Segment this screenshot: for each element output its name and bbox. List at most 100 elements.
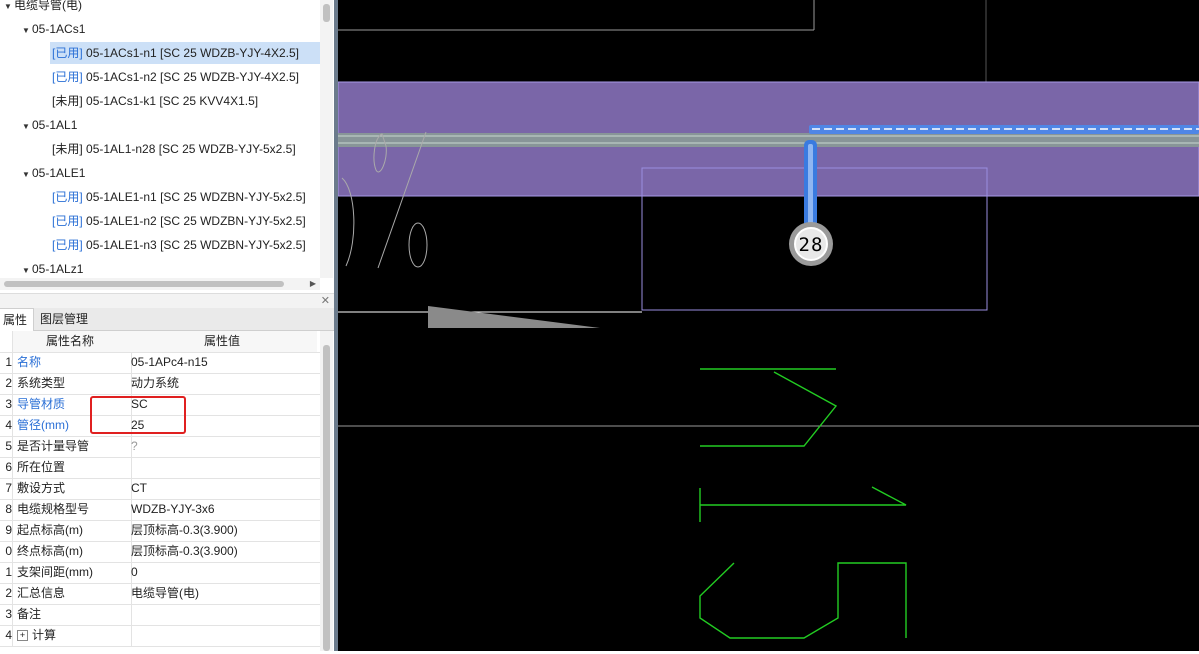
property-name: 备注 — [12, 604, 132, 625]
tree-group-label: 05-1AL1 — [32, 118, 78, 132]
expand-arrow-icon[interactable]: ▼ — [22, 116, 32, 138]
property-value[interactable]: WDZB-YJY-3x6 — [127, 499, 321, 520]
table-row[interactable]: 4 + 计算 — [0, 625, 320, 647]
property-value[interactable] — [127, 604, 321, 625]
table-row[interactable]: 0 终点标高(m) 层顶标高-0.3(3.900) — [0, 541, 320, 563]
property-value[interactable]: 0 — [127, 562, 321, 583]
table-row[interactable]: 1 名称 05-1APc4-n15 — [0, 352, 320, 374]
row-number: 9 — [5, 523, 12, 537]
property-value[interactable]: 层顶标高-0.3(3.900) — [127, 541, 321, 562]
property-name-text: 起点标高(m) — [17, 523, 83, 537]
expand-plus-icon[interactable]: + — [17, 630, 28, 642]
conduit-item-label: 05-1ACs1-n2 [SC 25 WDZB-YJY-4X2.5] — [86, 70, 299, 84]
tree-root[interactable]: ▼ 电缆导管(电) — [4, 0, 82, 16]
scroll-thumb[interactable] — [323, 345, 330, 651]
conduit-item-label: 05-1ALE1-n3 [SC 25 WDZBN-YJY-5x2.5] — [86, 238, 306, 252]
highlight-annotation-box — [90, 396, 186, 434]
conduit-item-label: 05-1AL1-n28 [SC 25 WDZB-YJY-5x2.5] — [86, 142, 296, 156]
cable-conduit-tree[interactable]: ▼ 电缆导管(电) ▼ 05-1ACs1 [已用] 05-1ACs1-n1 [SC 25… — [0, 0, 320, 278]
property-name-text: 计算 — [32, 628, 57, 642]
panel-splitter[interactable]: ✕ — [0, 293, 334, 308]
table-row[interactable]: 1 支架间距(mm) 0 — [0, 562, 320, 584]
row-number: 5 — [5, 439, 12, 453]
property-name: + 计算 — [12, 625, 132, 646]
property-vertical-scrollbar[interactable] — [320, 331, 333, 651]
rail — [338, 133, 1199, 147]
tree-item[interactable]: [已用] 05-1ALE1-n3 [SC 25 WDZBN-YJY-5x2.5] — [52, 234, 306, 256]
row-number: 4 — [5, 628, 12, 642]
table-row[interactable]: 5 是否计量导管? — [0, 436, 320, 458]
property-name-text: 备注 — [17, 607, 42, 621]
column-header-name: 属性名称 — [12, 331, 128, 352]
property-name-text: 是否计量导管 — [17, 439, 90, 453]
sketch-stroke — [408, 222, 428, 268]
table-row[interactable]: 2 系统类型 动力系统 — [0, 373, 320, 395]
table-row[interactable]: 8 电缆规格型号 WDZB-YJY-3x6 — [0, 499, 320, 521]
row-number: 4 — [5, 418, 12, 432]
conduit-item-label: 05-1ACs1-n1 [SC 25 WDZB-YJY-4X2.5] — [86, 46, 299, 60]
tree-horizontal-scrollbar[interactable]: ▶ — [0, 278, 320, 290]
tree-group[interactable]: ▼ 05-1ALz1 — [22, 258, 83, 278]
property-name: 名称 — [12, 352, 132, 373]
property-name: 支架间距(mm) — [12, 562, 132, 583]
tab-properties[interactable]: 属性 — [0, 308, 35, 331]
scroll-right-arrow-icon[interactable]: ▶ — [310, 278, 316, 290]
tree-root-label: 电缆导管(电) — [14, 0, 82, 12]
property-value[interactable]: 电缆导管(电) — [127, 583, 321, 604]
property-name: 电缆规格型号 — [12, 499, 132, 520]
tree-item[interactable]: [未用] 05-1AL1-n28 [SC 25 WDZB-YJY-5x2.5] — [52, 138, 296, 160]
property-name-text: 系统类型 — [17, 376, 66, 390]
property-name-text: 电缆规格型号 — [17, 502, 90, 516]
marker-label: 28 — [799, 234, 824, 256]
property-value[interactable] — [127, 457, 321, 478]
property-value[interactable] — [127, 625, 321, 646]
tree-group[interactable]: ▼ 05-1ALE1 — [22, 162, 85, 184]
cad-canvas[interactable]: 28 — [337, 0, 1199, 651]
usage-tag: [已用] — [52, 238, 83, 252]
vertical-conduit-highlight — [808, 144, 813, 224]
conduit-item-label: 05-1ACs1-k1 [SC 25 KVV4X1.5] — [86, 94, 259, 108]
tree-vertical-scrollbar[interactable] — [320, 0, 333, 278]
property-value[interactable]: 05-1APc4-n15 — [127, 352, 321, 373]
property-value[interactable]: 动力系统 — [127, 373, 321, 394]
property-name-text: 终点标高(m) — [17, 544, 83, 558]
row-number: 3 — [5, 397, 12, 411]
usage-tag: [未用] — [52, 94, 83, 108]
conduit-item-label: 05-1ALE1-n2 [SC 25 WDZBN-YJY-5x2.5] — [86, 214, 306, 228]
property-value[interactable]: CT — [127, 478, 321, 499]
tree-item[interactable]: [已用] 05-1ACs1-n1 [SC 25 WDZB-YJY-4X2.5] — [50, 42, 320, 64]
table-row[interactable]: 3 备注 — [0, 604, 320, 626]
tree-item[interactable]: [已用] 05-1ALE1-n1 [SC 25 WDZBN-YJY-5x2.5] — [52, 186, 306, 208]
property-name: 系统类型 — [12, 373, 132, 394]
property-name-text: 导管材质 — [17, 397, 66, 411]
table-row[interactable]: 9 起点标高(m) 层顶标高-0.3(3.900) — [0, 520, 320, 542]
table-row[interactable]: 7 敷设方式 CT — [0, 478, 320, 500]
expand-arrow-icon[interactable]: ▼ — [22, 20, 32, 42]
drawing-svg[interactable]: 28 — [337, 0, 1199, 651]
expand-arrow-icon[interactable]: ▼ — [22, 260, 32, 278]
property-value[interactable]: ? — [127, 436, 321, 457]
tree-item[interactable]: [未用] 05-1ACs1-k1 [SC 25 KVV4X1.5] — [52, 90, 258, 112]
property-name-text: 管径(mm) — [17, 418, 69, 432]
table-row[interactable]: 6 所在位置 — [0, 457, 320, 479]
tree-group[interactable]: ▼ 05-1ACs1 — [22, 18, 85, 40]
property-value[interactable]: 层顶标高-0.3(3.900) — [127, 520, 321, 541]
scroll-thumb[interactable] — [323, 4, 330, 22]
expand-arrow-icon[interactable]: ▼ — [4, 0, 14, 18]
column-header-value: 属性值 — [127, 331, 317, 352]
property-name: 是否计量导管 — [12, 436, 132, 457]
tree-item[interactable]: [已用] 05-1ALE1-n2 [SC 25 WDZBN-YJY-5x2.5] — [52, 210, 306, 232]
tree-item[interactable]: [已用] 05-1ACs1-n2 [SC 25 WDZB-YJY-4X2.5] — [52, 66, 299, 88]
tree-group[interactable]: ▼ 05-1AL1 — [22, 114, 77, 136]
property-tabs: 属性 图层管理 — [0, 308, 334, 331]
property-name-text: 敷设方式 — [17, 481, 66, 495]
scroll-thumb[interactable] — [4, 281, 284, 287]
row-number: 6 — [5, 460, 12, 474]
tab-layer-management[interactable]: 图层管理 — [34, 308, 94, 330]
close-icon[interactable]: ✕ — [321, 294, 330, 308]
property-name-text: 支架间距(mm) — [17, 565, 93, 579]
table-header: 属性名称 属性值 — [0, 331, 320, 353]
expand-arrow-icon[interactable]: ▼ — [22, 164, 32, 186]
property-name: 汇总信息 — [12, 583, 132, 604]
table-row[interactable]: 2 汇总信息 电缆导管(电) — [0, 583, 320, 605]
